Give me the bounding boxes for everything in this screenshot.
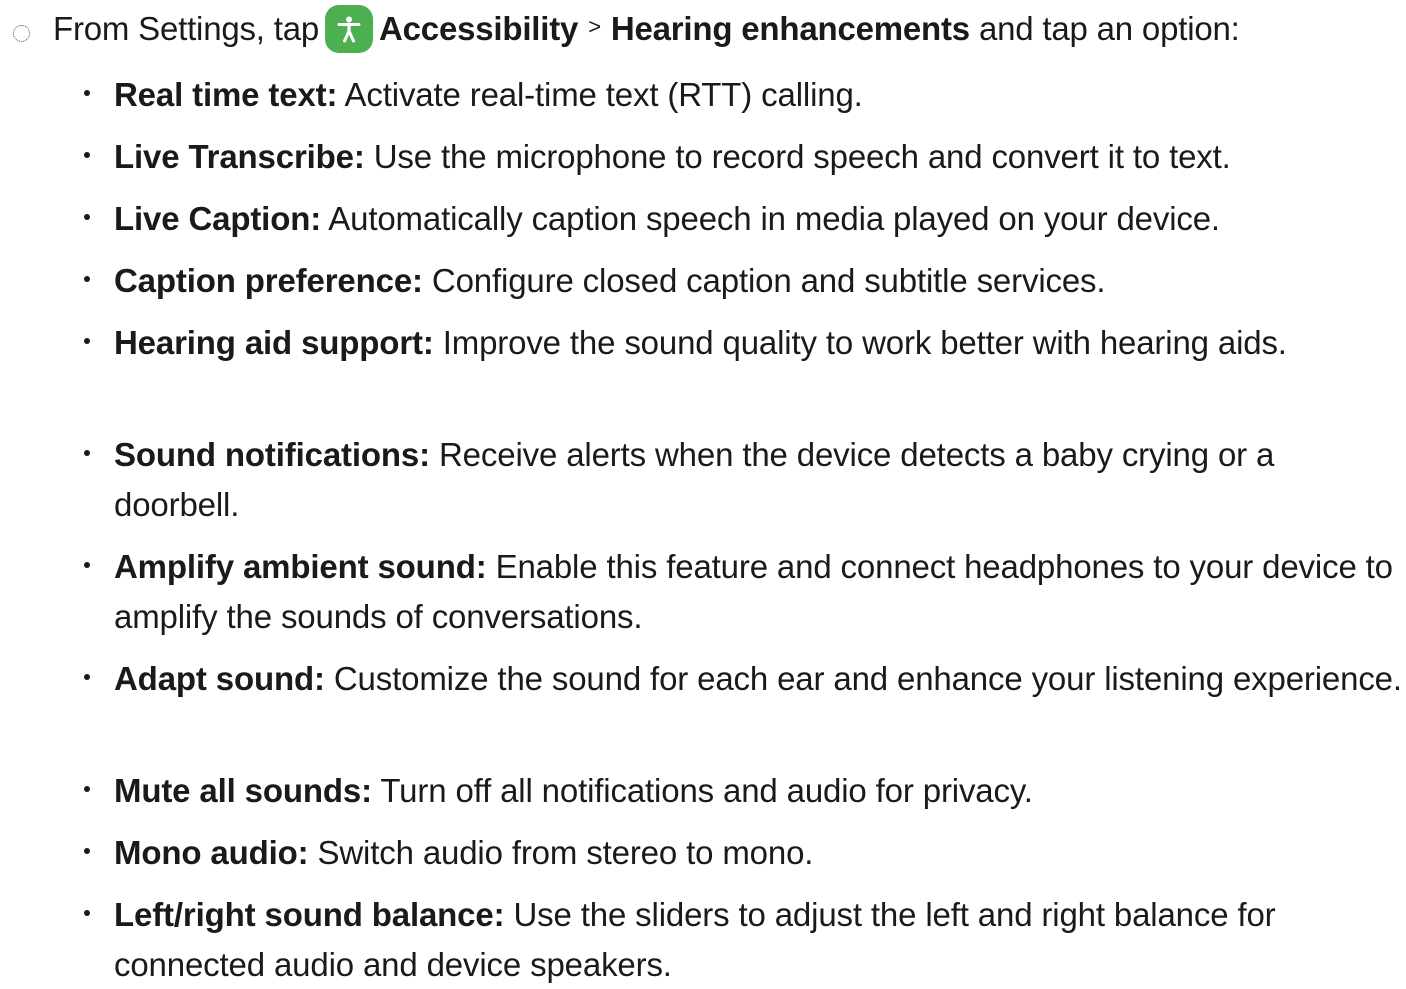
- bullet-icon: [84, 674, 90, 680]
- option-term: Sound notifications:: [114, 436, 430, 473]
- path-separator: >: [588, 14, 601, 39]
- step-outro-text: and tap an option:: [978, 10, 1240, 47]
- option-term: Mono audio:: [114, 834, 309, 871]
- step-intro-text: From Settings, tap: [53, 10, 320, 47]
- option-description: Activate real-time text (RTT) calling.: [344, 76, 863, 113]
- bullet-icon: [84, 214, 90, 220]
- option-item-live-caption: Live Caption: Automatically caption spee…: [84, 194, 1404, 244]
- option-item-mono-audio: Mono audio: Switch audio from stereo to …: [84, 828, 1404, 878]
- option-item-live-transcribe: Live Transcribe: Use the microphone to r…: [84, 132, 1404, 182]
- option-item-real-time-text: Real time text: Activate real-time text …: [84, 70, 1404, 120]
- option-term: Live Transcribe:: [114, 138, 365, 175]
- bullet-icon: [84, 90, 90, 96]
- bullet-icon: [84, 276, 90, 282]
- step-instruction-line: From Settings, tap Accessibility > Heari…: [53, 5, 1240, 53]
- path-hearing-enhancements: Hearing enhancements: [610, 10, 970, 47]
- option-item-hearing-aid-support: Hearing aid support: Improve the sound q…: [84, 318, 1404, 368]
- option-description: Automatically caption speech in media pl…: [328, 200, 1220, 237]
- option-term: Mute all sounds:: [114, 772, 372, 809]
- bullet-icon: [84, 562, 90, 568]
- option-term: Live Caption:: [114, 200, 322, 237]
- option-term: Hearing aid support:: [114, 324, 434, 361]
- option-term: Amplify ambient sound:: [114, 548, 487, 585]
- bullet-icon: [84, 338, 90, 344]
- option-item-caption-preference: Caption preference: Configure closed cap…: [84, 256, 1404, 306]
- option-item-amplify-ambient-sound: Amplify ambient sound: Enable this featu…: [84, 542, 1404, 641]
- option-item-adapt-sound: Adapt sound: Customize the sound for eac…: [84, 654, 1404, 704]
- path-accessibility: Accessibility: [379, 10, 579, 47]
- instruction-step: From Settings, tap Accessibility > Heari…: [0, 0, 1406, 983]
- bullet-icon: [84, 848, 90, 854]
- option-item-sound-notifications: Sound notifications: Receive alerts when…: [84, 430, 1404, 529]
- option-description: Configure closed caption and subtitle se…: [431, 262, 1106, 299]
- option-description: Turn off all notifications and audio for…: [380, 772, 1033, 809]
- bullet-icon: [84, 450, 90, 456]
- step-marker-icon: [13, 25, 30, 42]
- option-description: Improve the sound quality to work better…: [442, 324, 1287, 361]
- bullet-icon: [84, 152, 90, 158]
- option-item-mute-all-sounds: Mute all sounds: Turn off all notificati…: [84, 766, 1404, 816]
- option-description: Customize the sound for each ear and enh…: [333, 660, 1402, 697]
- bullet-icon: [84, 786, 90, 792]
- bullet-icon: [84, 910, 90, 916]
- accessibility-icon: [325, 5, 374, 53]
- option-term: Caption preference:: [114, 262, 423, 299]
- option-item-left-right-sound-balance: Left/right sound balance: Use the slider…: [84, 890, 1404, 989]
- option-term: Left/right sound balance:: [114, 896, 505, 933]
- option-term: Adapt sound:: [114, 660, 325, 697]
- option-description: Use the microphone to record speech and …: [373, 138, 1231, 175]
- option-term: Real time text:: [114, 76, 338, 113]
- option-description: Switch audio from stereo to mono.: [317, 834, 814, 871]
